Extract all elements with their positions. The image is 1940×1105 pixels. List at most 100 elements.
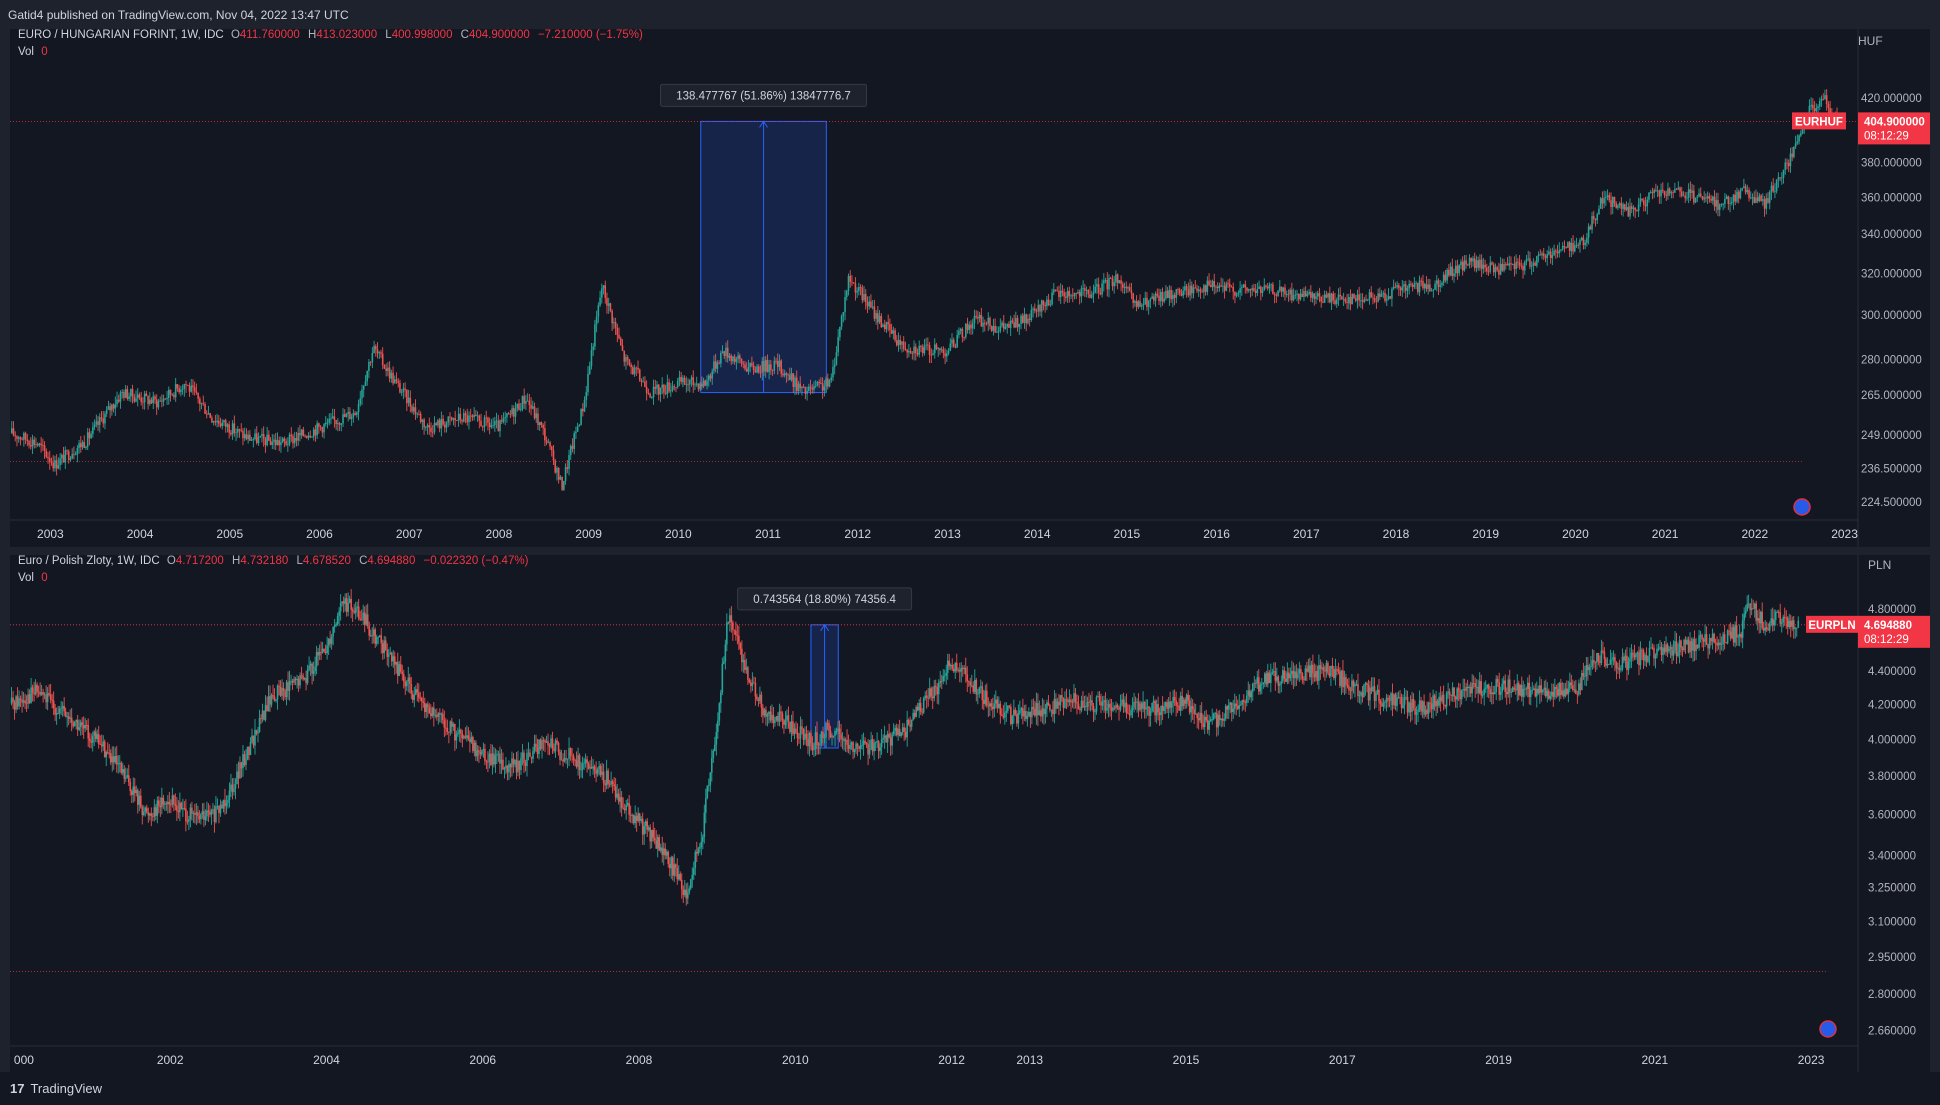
candle-body xyxy=(1352,680,1355,687)
candle-body xyxy=(512,758,515,765)
candle-body xyxy=(405,681,408,687)
candle-body xyxy=(1411,285,1414,287)
candle-body xyxy=(12,697,14,702)
candle-body xyxy=(1002,715,1005,718)
candle-body xyxy=(571,755,573,757)
candle-body xyxy=(1774,612,1777,620)
candle-body xyxy=(916,353,919,355)
chart-eurpln-svg[interactable]: 0.743564 (18.80%) 74356.44.8000004.60000… xyxy=(10,555,1930,1072)
candle-body xyxy=(1784,162,1787,170)
candle-body xyxy=(1758,195,1761,202)
candle-body xyxy=(523,752,525,764)
candle-body xyxy=(1119,703,1122,710)
candle-body xyxy=(1299,293,1302,300)
candle-body xyxy=(395,379,398,382)
candle-body xyxy=(668,382,670,392)
candle-body xyxy=(666,382,669,394)
candle-body xyxy=(212,809,214,811)
candle-body xyxy=(1539,254,1542,256)
candle-body xyxy=(822,731,824,738)
candle-body xyxy=(1292,670,1295,679)
candle-body xyxy=(1173,696,1176,701)
candle-body xyxy=(528,400,531,406)
candle-body xyxy=(971,323,974,329)
candle-body xyxy=(599,297,601,306)
candle-body xyxy=(1278,286,1281,291)
candle-body xyxy=(1674,641,1676,651)
candle-body xyxy=(844,296,846,313)
time-axis-label: 2017 xyxy=(1293,527,1320,541)
candle-body xyxy=(1513,263,1516,270)
candle-body xyxy=(1184,699,1186,704)
candle-body xyxy=(1384,293,1386,301)
candle-body xyxy=(707,375,710,381)
candle-body xyxy=(1620,203,1623,209)
panel-separator[interactable] xyxy=(0,547,1940,555)
candle-body xyxy=(388,367,391,379)
candle-body xyxy=(655,840,658,849)
candle-body xyxy=(164,803,166,805)
candle-body xyxy=(1242,284,1245,288)
candle-body xyxy=(577,755,579,767)
candle-body xyxy=(1358,695,1361,697)
candle-body xyxy=(1021,315,1024,323)
candle-body xyxy=(1191,706,1194,710)
candle-body xyxy=(1028,711,1030,716)
candle-body xyxy=(1420,280,1423,282)
chart-eurhuf-svg[interactable]: 138.477767 (51.86%) 13847776.7 420.000000… xyxy=(10,29,1930,547)
candle-body xyxy=(1199,289,1202,292)
candle-body xyxy=(774,720,776,723)
candle-body xyxy=(937,683,940,695)
chart-panel-eurhuf[interactable]: EURO / HUNGARIAN FORINT, 1W, IDC O411.76… xyxy=(10,29,1930,547)
candle-body xyxy=(757,366,760,373)
candle-body xyxy=(132,786,135,795)
tradingview-brand[interactable]: TradingView xyxy=(30,1081,102,1096)
candle-body xyxy=(533,406,536,419)
candle-body xyxy=(422,701,425,703)
candle-body xyxy=(1446,269,1448,281)
candle-body xyxy=(960,667,963,672)
candle-body xyxy=(730,355,732,362)
candle-body xyxy=(821,383,824,391)
candle-body xyxy=(473,742,476,752)
candle-body xyxy=(994,326,996,333)
candle-body xyxy=(1641,649,1643,651)
candle-body xyxy=(1177,289,1179,291)
candle-body xyxy=(1340,670,1343,686)
candle-body xyxy=(1234,291,1236,296)
candle-body xyxy=(476,750,479,757)
chart-panel-eurpln[interactable]: Euro / Polish Zloty, 1W, IDC O4.717200 H… xyxy=(10,555,1930,1072)
candle-body xyxy=(1274,671,1277,681)
candle-body xyxy=(275,699,277,701)
candle-body xyxy=(1139,703,1141,711)
candle-body xyxy=(1043,708,1045,715)
candle-body xyxy=(1501,683,1504,692)
candle-body xyxy=(1675,641,1678,656)
candle-body xyxy=(1482,264,1485,269)
candle-body xyxy=(202,403,205,405)
candle-body xyxy=(1176,705,1179,707)
time-axis-label: 2022 xyxy=(1741,527,1768,541)
candle-body xyxy=(399,382,401,393)
candle-body xyxy=(150,399,153,404)
candle-body xyxy=(1609,659,1612,665)
candle-body xyxy=(1035,702,1038,716)
candle-body xyxy=(882,737,884,740)
candle-body xyxy=(897,340,900,346)
candle-body xyxy=(392,372,394,384)
candle-body xyxy=(249,434,251,441)
candle-body xyxy=(1239,704,1242,706)
candle-body xyxy=(787,715,790,722)
candle-body xyxy=(659,387,662,395)
candle-body xyxy=(354,607,357,613)
candle-body xyxy=(26,439,29,442)
candle-body xyxy=(1076,701,1078,704)
candle-body xyxy=(81,722,83,726)
candle-body xyxy=(701,383,703,387)
candle-body xyxy=(1128,713,1131,716)
candle-body xyxy=(1782,169,1785,178)
candle-body xyxy=(650,829,653,842)
candle-body xyxy=(1662,647,1664,656)
candle-body xyxy=(270,695,273,705)
candle-body xyxy=(661,847,664,855)
